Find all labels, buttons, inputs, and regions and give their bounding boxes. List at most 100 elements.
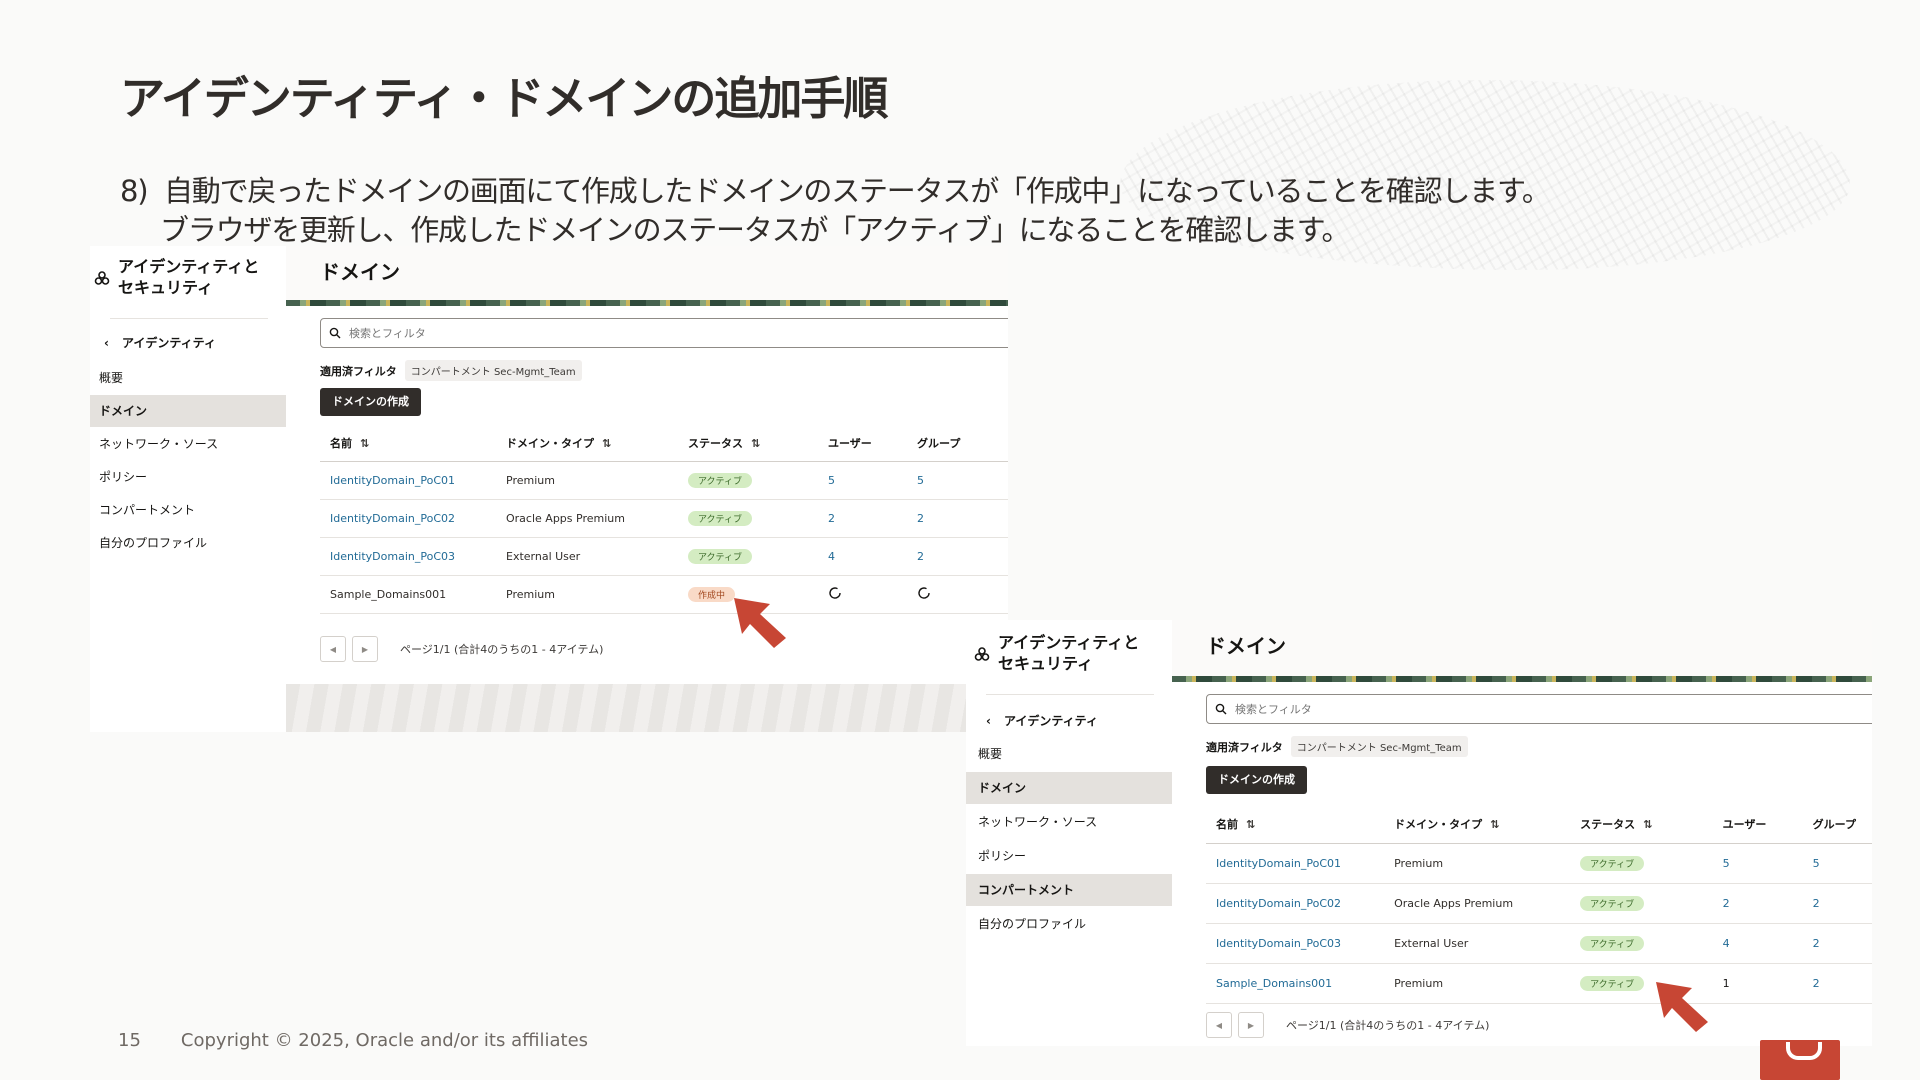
user-count-link[interactable]: 5 xyxy=(828,474,917,487)
sidebar-item-policies[interactable]: ポリシー xyxy=(90,461,286,493)
group-count-link[interactable]: 5 xyxy=(1813,857,1872,870)
status-badge: アクティブ xyxy=(1580,856,1645,871)
domain-name-link[interactable]: IdentityDomain_PoC02 xyxy=(320,512,506,525)
domain-type: Premium xyxy=(1394,857,1444,870)
sidebar-header: アイデンティティと セキュリティ xyxy=(94,256,259,298)
sort-icon[interactable]: ⇅ xyxy=(1246,818,1255,831)
create-domain-button[interactable]: ドメインの作成 xyxy=(1206,766,1307,794)
previous-page-button[interactable]: ◀ xyxy=(320,636,346,662)
column-header-users: ユーザー xyxy=(828,436,872,450)
table-header: 名前 ⇅ ドメイン・タイプ ⇅ ステータス ⇅ ユーザー グループ xyxy=(1206,804,1872,844)
user-count-link[interactable]: 5 xyxy=(1723,857,1813,870)
group-count-link[interactable]: 2 xyxy=(1813,937,1872,950)
status-badge: アクティブ xyxy=(1580,936,1645,951)
next-page-button[interactable]: ▶ xyxy=(352,636,378,662)
column-header-type[interactable]: ドメイン・タイプ ⇅ xyxy=(1394,816,1580,832)
filter-chip-compartment[interactable]: コンパートメント Sec-Mgmt_Team xyxy=(1290,736,1468,757)
column-header-status[interactable]: ステータス ⇅ xyxy=(1580,816,1722,832)
previous-page-button[interactable]: ◀ xyxy=(1206,1012,1232,1038)
table-header: 名前 ⇅ ドメイン・タイプ ⇅ ステータス ⇅ ユーザー グループ xyxy=(320,424,1008,462)
status-badge-creating: 作成中 xyxy=(688,587,736,602)
filter-chip-compartment[interactable]: コンパートメント Sec-Mgmt_Team xyxy=(404,360,582,381)
domain-name: Sample_Domains001 xyxy=(330,588,447,601)
status-badge: アクティブ xyxy=(688,549,753,564)
sidebar-back-link[interactable]: ‹ アイデンティティ xyxy=(104,334,216,351)
domain-type: External User xyxy=(506,550,581,563)
column-header-type[interactable]: ドメイン・タイプ ⇅ xyxy=(506,435,688,451)
sidebar: アイデンティティと セキュリティ ‹ アイデンティティ 概要 ドメイン ネットワーク… xyxy=(90,246,286,732)
search-input[interactable] xyxy=(1235,702,1535,716)
domain-name-link[interactable]: Sample_Domains001 xyxy=(1206,977,1394,990)
status-badge: アクティブ xyxy=(688,473,753,488)
user-count-link[interactable]: 4 xyxy=(1723,937,1813,950)
table-row: IdentityDomain_PoC02 Oracle Apps Premium… xyxy=(1206,884,1872,924)
user-count-link[interactable]: 2 xyxy=(1723,897,1813,910)
chevron-right-icon: ▶ xyxy=(1247,1020,1255,1030)
group-count-link[interactable]: 5 xyxy=(917,474,997,487)
user-count-link[interactable]: 2 xyxy=(828,512,917,525)
column-header-name[interactable]: 名前 ⇅ xyxy=(1206,816,1394,832)
sidebar-item-domains[interactable]: ドメイン xyxy=(966,772,1172,804)
table-row: IdentityDomain_PoC01 Premium アクティブ 5 5 xyxy=(320,462,1008,500)
sort-icon[interactable]: ⇅ xyxy=(1490,818,1499,831)
applied-filters-label: 適用済フィルタ xyxy=(320,364,397,378)
sidebar-item-domains[interactable]: ドメイン xyxy=(90,395,286,427)
column-header-groups: グループ xyxy=(917,436,961,450)
search-field[interactable] xyxy=(320,318,1008,348)
group-count-link[interactable]: 2 xyxy=(1813,897,1872,910)
loading-spinner-icon xyxy=(918,587,930,599)
pagination-text: ページ1/1 (合計4のうちの1 - 4アイテム) xyxy=(1286,1019,1490,1032)
pagination-text: ページ1/1 (合計4のうちの1 - 4アイテム) xyxy=(400,643,604,656)
search-input[interactable] xyxy=(349,326,649,340)
sidebar-header: アイデンティティと セキュリティ xyxy=(974,632,1139,674)
sidebar-item-network-sources[interactable]: ネットワーク・ソース xyxy=(966,806,1172,838)
page-title: ドメイン xyxy=(320,260,400,284)
sidebar-item-my-profile[interactable]: 自分のプロファイル xyxy=(90,527,286,559)
create-domain-button[interactable]: ドメインの作成 xyxy=(320,388,421,416)
group-count-link[interactable]: 2 xyxy=(1813,977,1872,990)
sort-icon[interactable]: ⇅ xyxy=(602,437,611,450)
sidebar-back-link[interactable]: ‹ アイデンティティ xyxy=(986,712,1098,729)
sidebar-item-my-profile[interactable]: 自分のプロファイル xyxy=(966,908,1172,940)
group-count-link[interactable]: 2 xyxy=(917,550,997,563)
bottom-decoration xyxy=(286,684,1008,732)
sidebar: アイデンティティと セキュリティ ‹ アイデンティティ 概要 ドメイン ネットワーク… xyxy=(966,620,1172,1046)
sidebar-item-compartments[interactable]: コンパートメント xyxy=(90,494,286,526)
sidebar-title: アイデンティティと セキュリティ xyxy=(118,257,260,297)
sidebar-item-overview[interactable]: 概要 xyxy=(966,738,1172,770)
page-title: ドメイン xyxy=(1206,634,1286,658)
status-badge: アクティブ xyxy=(688,511,753,526)
domain-name-link[interactable]: IdentityDomain_PoC01 xyxy=(320,474,506,487)
sidebar-item-overview[interactable]: 概要 xyxy=(90,362,286,394)
column-header-name[interactable]: 名前 ⇅ xyxy=(320,435,506,451)
domain-name-link[interactable]: IdentityDomain_PoC02 xyxy=(1206,897,1394,910)
pagination: ◀ ▶ ページ1/1 (合計4のうちの1 - 4アイテム) xyxy=(1206,1012,1489,1038)
sidebar-item-compartments[interactable]: コンパートメント xyxy=(966,874,1172,906)
sort-icon[interactable]: ⇅ xyxy=(1643,818,1652,831)
domain-name-link[interactable]: IdentityDomain_PoC03 xyxy=(1206,937,1394,950)
table-row: Sample_Domains001 Premium アクティブ 1 2 xyxy=(1206,964,1872,1004)
user-count-link[interactable]: 4 xyxy=(828,550,917,563)
page-number: 15 xyxy=(118,1030,141,1051)
sort-icon[interactable]: ⇅ xyxy=(360,437,369,450)
sort-icon[interactable]: ⇅ xyxy=(751,437,760,450)
domain-name-link[interactable]: IdentityDomain_PoC03 xyxy=(320,550,506,563)
next-page-button[interactable]: ▶ xyxy=(1238,1012,1264,1038)
sidebar-item-network-sources[interactable]: ネットワーク・ソース xyxy=(90,428,286,460)
sidebar-divider xyxy=(110,318,268,319)
search-field[interactable] xyxy=(1206,694,1872,724)
screenshot-creating: アイデンティティと セキュリティ ‹ アイデンティティ 概要 ドメイン ネットワーク… xyxy=(90,246,1008,732)
user-count: 1 xyxy=(1722,977,1730,990)
status-badge: アクティブ xyxy=(1580,976,1645,991)
content-area: 適用済フィルタ コンパートメント Sec-Mgmt_Team ドメインの作成 名… xyxy=(286,306,1008,732)
column-header-status[interactable]: ステータス ⇅ xyxy=(688,435,828,451)
sidebar-item-policies[interactable]: ポリシー xyxy=(966,840,1172,872)
status-badge: アクティブ xyxy=(1580,896,1645,911)
chevron-left-icon: ‹ xyxy=(104,335,109,350)
group-count-link[interactable]: 2 xyxy=(917,512,997,525)
chevron-left-icon: ◀ xyxy=(329,644,337,654)
step-instruction-line1: 8) 自動で戻ったドメインの画面にて作成したドメインのステータスが「作成中」になっ… xyxy=(120,168,1551,210)
sidebar-divider xyxy=(986,694,1154,695)
domain-name-link[interactable]: IdentityDomain_PoC01 xyxy=(1206,857,1394,870)
chevron-left-icon: ◀ xyxy=(1215,1020,1223,1030)
